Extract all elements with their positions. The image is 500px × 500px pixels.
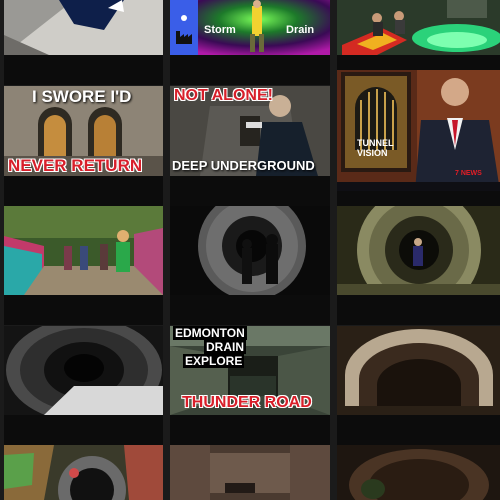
tunnel-vision-caption: TUNNEL VISION (357, 138, 394, 158)
caption-strip (4, 295, 163, 325)
video-thumbnail-4[interactable]: I SWORE I'D NEVER RETURN (4, 86, 163, 176)
caption-strip (170, 176, 330, 206)
storm-label: Storm (204, 24, 236, 36)
title-top-text: NOT ALONE! (174, 87, 273, 104)
title-line-3: EXPLORE (183, 354, 245, 368)
caption-strip (4, 55, 163, 85)
video-thumbnail-13[interactable] (4, 445, 163, 500)
video-thumbnail-2[interactable]: Storm Drain (170, 0, 330, 55)
video-thumbnail-1[interactable] (4, 0, 163, 55)
caption-strip (337, 191, 500, 206)
seven-news-logo: 7 NEWS (455, 170, 482, 177)
video-thumbnail-grid: Storm Drain I SWORE I'D NEVER RETURN NOT… (0, 0, 500, 500)
caption-strip (170, 55, 330, 85)
video-thumbnail-9[interactable] (337, 206, 500, 295)
video-thumbnail-6[interactable]: TUNNEL VISION 7 NEWS (337, 70, 500, 191)
caption-strip (170, 295, 330, 325)
caption-strip (4, 415, 163, 445)
title-line-2: DRAIN (204, 340, 246, 354)
caption-strip (337, 295, 500, 325)
video-thumbnail-8[interactable] (170, 206, 330, 295)
video-thumbnail-7[interactable] (4, 206, 163, 295)
video-thumbnail-15[interactable] (337, 445, 500, 500)
title-line-1: EDMONTON (173, 326, 247, 340)
caption-strip (337, 415, 500, 445)
caption-strip (170, 415, 330, 445)
title-bottom-text: THUNDER ROAD (182, 394, 312, 411)
caption-strip (4, 176, 163, 206)
title-bottom-text: NEVER RETURN (8, 156, 143, 175)
video-thumbnail-10[interactable] (4, 326, 163, 415)
title-bottom-text: DEEP UNDERGROUND (172, 158, 315, 173)
title-top-text: I SWORE I'D (32, 87, 132, 106)
video-thumbnail-11[interactable]: EDMONTON DRAIN EXPLORE THUNDER ROAD (170, 326, 330, 415)
video-thumbnail-14[interactable] (170, 445, 330, 500)
video-thumbnail-5[interactable]: NOT ALONE! DEEP UNDERGROUND (170, 86, 330, 176)
drain-label: Drain (286, 24, 315, 36)
video-thumbnail-12[interactable] (337, 326, 500, 415)
video-thumbnail-3[interactable] (337, 0, 500, 55)
